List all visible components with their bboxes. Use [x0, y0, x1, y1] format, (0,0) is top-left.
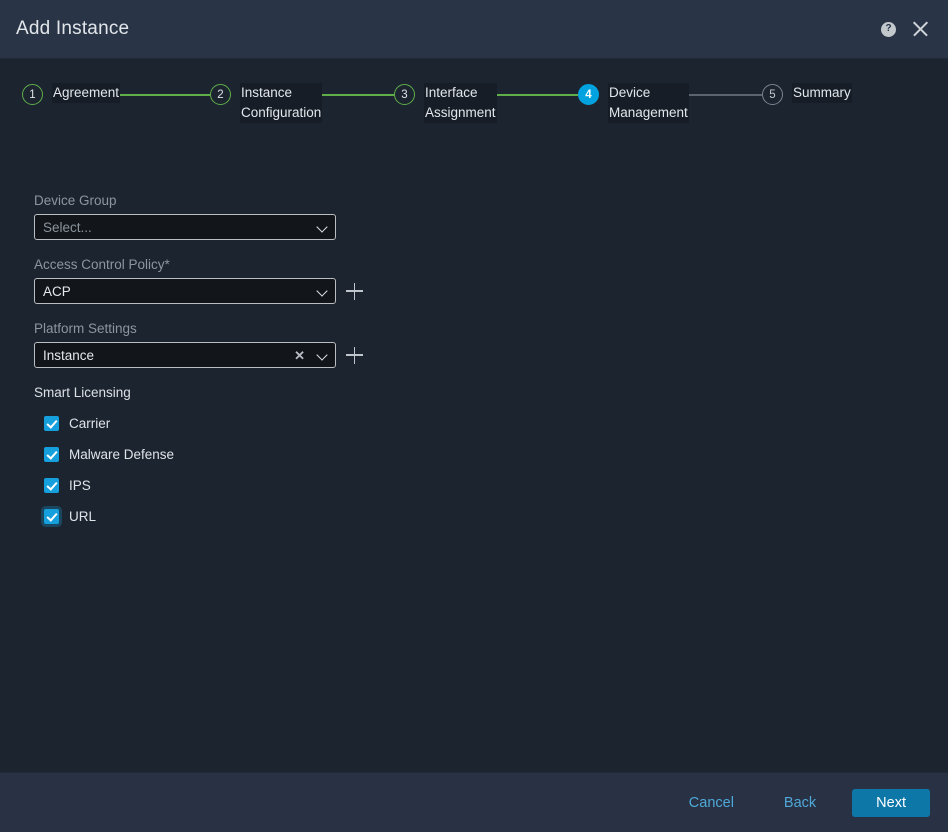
step-connector-3 [496, 94, 578, 96]
step-label-interface-assignment: Interface Assignment [424, 83, 497, 123]
stepper-segment-2: 2 Instance Configuration [210, 83, 394, 123]
step-connector-4 [688, 94, 762, 96]
platform-settings-select[interactable]: Instance ✕ [34, 342, 336, 368]
step-number-5: 5 [762, 84, 783, 105]
wizard-stepper: 1 Agreement 2 Instance Configuration 3 I… [0, 59, 948, 137]
checkbox-url[interactable] [44, 509, 59, 524]
step-connector-2 [322, 94, 394, 96]
checkbox-malware-defense[interactable] [44, 447, 59, 462]
checkbox-ips[interactable] [44, 478, 59, 493]
step-summary[interactable]: 5 Summary [762, 83, 852, 105]
dialog-header: Add Instance ? [0, 0, 948, 59]
smart-licensing-list: Carrier Malware Defense IPS URL [34, 408, 948, 532]
label-device-group: Device Group [34, 193, 117, 208]
row-access-control-policy: ACP [34, 278, 948, 304]
back-button[interactable]: Back [768, 787, 832, 819]
license-item-ips[interactable]: IPS [34, 470, 948, 501]
step-instance-configuration[interactable]: 2 Instance Configuration [210, 83, 323, 123]
chevron-down-icon [317, 286, 328, 297]
step-number-3: 3 [394, 84, 415, 105]
access-control-policy-value: ACP [43, 283, 71, 299]
help-circle-icon[interactable]: ? [881, 21, 896, 37]
step-connector-1 [120, 94, 210, 96]
page-title: Add Instance [16, 18, 130, 39]
license-label-malware-defense: Malware Defense [69, 447, 175, 462]
device-group-value: Select... [43, 219, 92, 235]
step-label-instance-configuration: Instance Configuration [240, 83, 323, 123]
step-interface-assignment[interactable]: 3 Interface Assignment [394, 83, 497, 123]
row-platform-settings: Instance ✕ [34, 342, 948, 368]
section-smart-licensing: Smart Licensing Carrier Malware Defense … [34, 385, 948, 532]
chevron-down-icon [317, 350, 328, 361]
step-number-2: 2 [210, 84, 231, 105]
access-control-policy-select[interactable]: ACP [34, 278, 336, 304]
step-label-summary: Summary [792, 83, 852, 103]
clear-icon[interactable]: ✕ [294, 349, 305, 362]
next-button[interactable]: Next [852, 788, 930, 817]
checkbox-carrier[interactable] [44, 416, 59, 431]
field-platform-settings: Platform Settings Instance ✕ [34, 321, 948, 368]
stepper-segment-4: 4 Device Management [578, 83, 762, 123]
header-actions: ? [881, 19, 930, 39]
label-smart-licensing: Smart Licensing [34, 385, 131, 400]
step-number-1: 1 [22, 84, 43, 105]
license-label-ips: IPS [69, 478, 91, 493]
device-group-select[interactable]: Select... [34, 214, 336, 240]
step-label-agreement: Agreement [52, 83, 121, 103]
stepper-segment-3: 3 Interface Assignment [394, 83, 578, 123]
license-item-carrier[interactable]: Carrier [34, 408, 948, 439]
device-management-form: Device Group Select... Access Control Po… [0, 137, 948, 532]
license-label-carrier: Carrier [69, 416, 111, 431]
platform-settings-value: Instance [43, 347, 95, 363]
add-platform-settings-button[interactable] [346, 346, 363, 364]
step-label-device-management: Device Management [608, 83, 689, 123]
step-device-management[interactable]: 4 Device Management [578, 83, 689, 123]
field-device-group: Device Group Select... [34, 193, 948, 240]
chevron-down-icon [317, 222, 328, 233]
step-agreement[interactable]: 1 Agreement [22, 83, 121, 105]
label-access-control-policy: Access Control Policy* [34, 257, 170, 272]
license-label-url: URL [69, 509, 97, 524]
row-device-group: Select... [34, 214, 948, 240]
dialog-footer: Cancel Back Next [0, 772, 948, 832]
stepper-segment-1: 1 Agreement [22, 83, 210, 105]
license-item-malware-defense[interactable]: Malware Defense [34, 439, 948, 470]
field-access-control-policy: Access Control Policy* ACP [34, 257, 948, 304]
cancel-button[interactable]: Cancel [673, 787, 750, 819]
license-item-url[interactable]: URL [34, 501, 948, 532]
step-number-4: 4 [578, 84, 599, 105]
close-icon[interactable] [910, 19, 930, 39]
label-platform-settings: Platform Settings [34, 321, 137, 336]
add-access-control-policy-button[interactable] [346, 282, 363, 300]
